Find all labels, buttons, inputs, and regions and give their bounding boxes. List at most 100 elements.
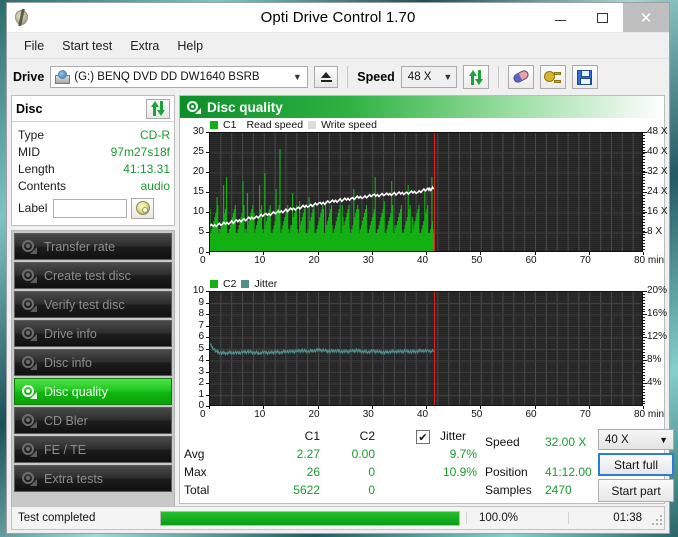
y-tick-left: 20 (192, 166, 204, 177)
stats-c1-total: 5622 (293, 483, 320, 497)
y-tick-mark (206, 132, 209, 133)
sidebar-item-transfer-rate[interactable]: Transfer rate (14, 233, 172, 260)
y-tick-mark (206, 192, 209, 193)
x-tick-label: 50 (471, 255, 483, 266)
refresh-icon (468, 69, 484, 85)
resize-grip[interactable] (648, 511, 662, 525)
disc-label-input[interactable] (53, 198, 128, 218)
samples-label: Samples (485, 483, 532, 497)
y-minor-tick (643, 147, 645, 148)
erase-icon (511, 68, 530, 85)
refresh-button[interactable] (462, 65, 489, 89)
maximize-button[interactable] (581, 3, 623, 32)
y-minor-tick (643, 371, 645, 373)
disc-info-panel: Disc Type CD-R MID 97m27s18f Length 41:1… (11, 95, 175, 226)
y-tick-mark (206, 348, 209, 350)
menu-item-start-test[interactable]: Start test (53, 36, 121, 56)
jitter-avg-value: 9.7% (449, 447, 477, 461)
stats-row-label-max: Max (184, 465, 207, 479)
y-minor-tick (643, 225, 645, 226)
sidebar-item-extra-tests[interactable]: Extra tests (14, 465, 172, 492)
save-button[interactable] (571, 65, 598, 89)
stats-c2-max: 0 (368, 465, 375, 479)
drive-select[interactable]: (G:) BENQ DVD DD DW1640 BSRB ▼ (50, 66, 309, 88)
drive-select-value: (G:) BENQ DVD DD DW1640 BSRB (74, 71, 260, 83)
sidebar-item-drive-info[interactable]: Drive info (14, 320, 172, 347)
y-minor-tick (643, 314, 645, 316)
y-tick-mark (206, 394, 209, 396)
c1-plot-area[interactable] (209, 132, 643, 252)
x-tick-mark (371, 406, 373, 410)
y-tick-left: 6 (198, 331, 204, 343)
c2-plot-area[interactable] (209, 291, 643, 407)
y-tick-left: 10 (192, 285, 204, 297)
sidebar-item-create-test-disc[interactable]: Create test disc (14, 262, 172, 289)
sidebar-item-cd-bler[interactable]: CD Bler (14, 407, 172, 434)
disc-properties: Type CD-R MID 97m27s18f Length 41:13.31 … (12, 122, 174, 225)
test-speed-select[interactable]: 40 X ▼ (598, 429, 674, 450)
menu-item-file[interactable]: File (15, 36, 53, 56)
y-minor-tick (643, 207, 645, 208)
test-speed-value: 40 X (605, 433, 629, 446)
sidebar-item-label: FE / TE (44, 442, 87, 457)
y-minor-tick (643, 366, 645, 368)
disc-row-label: Label (18, 196, 170, 220)
disc-label-button[interactable] (131, 197, 155, 219)
y-tick-left: 5 (198, 226, 204, 237)
x-tick-label: 30 (362, 409, 374, 421)
y-minor-tick (643, 189, 645, 190)
start-full-button[interactable]: Start full (598, 453, 674, 476)
eject-button[interactable] (314, 66, 339, 88)
y-tick-right: 8% (647, 354, 662, 366)
speed-select[interactable]: 48 X ▼ (400, 66, 457, 88)
c1-chart[interactable]: C1 Read speed Write speed 30 25 20 15 10 5 0 48 X… (180, 118, 668, 277)
c2-jitter-chart[interactable]: C2 Jitter 10 9 8 7 6 5 4 3 2 1 0 20% 16% 12% 8% 4% 0 10 20 3… (180, 277, 667, 427)
menu-item-extra[interactable]: Extra (121, 36, 168, 56)
y-tick-mark (206, 232, 209, 233)
y-minor-tick (643, 231, 645, 232)
plot2-svg (210, 292, 642, 406)
menu-item-help[interactable]: Help (168, 36, 212, 56)
erase-button[interactable] (507, 65, 534, 89)
sidebar-item-label: Create test disc (44, 268, 131, 283)
jitter-max-value: 10.9% (442, 465, 477, 479)
y-minor-tick (643, 397, 645, 399)
sidebar-item-fe-te[interactable]: FE / TE (14, 436, 172, 463)
sidebar-item-disc-quality[interactable]: Disc quality (14, 378, 172, 405)
speed-select-value: 48 X (407, 71, 432, 83)
save-icon (577, 69, 593, 85)
app-window: Opti Drive Control 1.70 ✕ File Start tes… (6, 2, 674, 534)
y-minor-tick (643, 320, 645, 322)
content-area: Disc Type CD-R MID 97m27s18f Length 41:1… (7, 95, 674, 529)
sidebar-item-disc-info[interactable]: Disc info (14, 349, 172, 376)
disc-row-length: Length 41:13.31 (18, 160, 170, 177)
y-tick-left: 15 (192, 186, 204, 197)
y-minor-tick (643, 340, 645, 342)
y-minor-tick (643, 213, 645, 214)
y-tick-right: 32 X (647, 166, 668, 177)
stats-c1-max: 26 (306, 465, 320, 479)
refresh-icon (150, 101, 166, 116)
disc-refresh-button[interactable] (146, 98, 170, 119)
c1-chart-legend: C1 Read speed Write speed (210, 118, 377, 131)
y-minor-tick (643, 210, 645, 211)
sidebar-item-verify-test-disc[interactable]: Verify test disc (14, 291, 172, 318)
start-part-button[interactable]: Start part (598, 479, 674, 502)
y-minor-tick (643, 240, 645, 241)
jitter-checkbox[interactable]: ✔ (416, 430, 430, 444)
x-tick-mark (209, 406, 210, 410)
x-tick-label: 60 (525, 255, 537, 266)
sidebar-item-label: Drive info (44, 326, 97, 341)
verify-test-disc-icon (21, 297, 37, 312)
legend-label-c2: C2 (223, 277, 237, 290)
minimize-button[interactable] (539, 3, 581, 32)
y-tick-left: 4 (198, 354, 204, 366)
drive-label: Drive (13, 70, 45, 84)
y-minor-tick (643, 237, 645, 238)
y-minor-tick (643, 219, 645, 220)
legend-swatch-write-speed (308, 120, 317, 129)
settings-button[interactable] (539, 65, 566, 89)
x-tick-label: 30 (362, 255, 374, 266)
close-button[interactable]: ✕ (623, 3, 669, 32)
stats-row-label-avg: Avg (184, 447, 205, 461)
